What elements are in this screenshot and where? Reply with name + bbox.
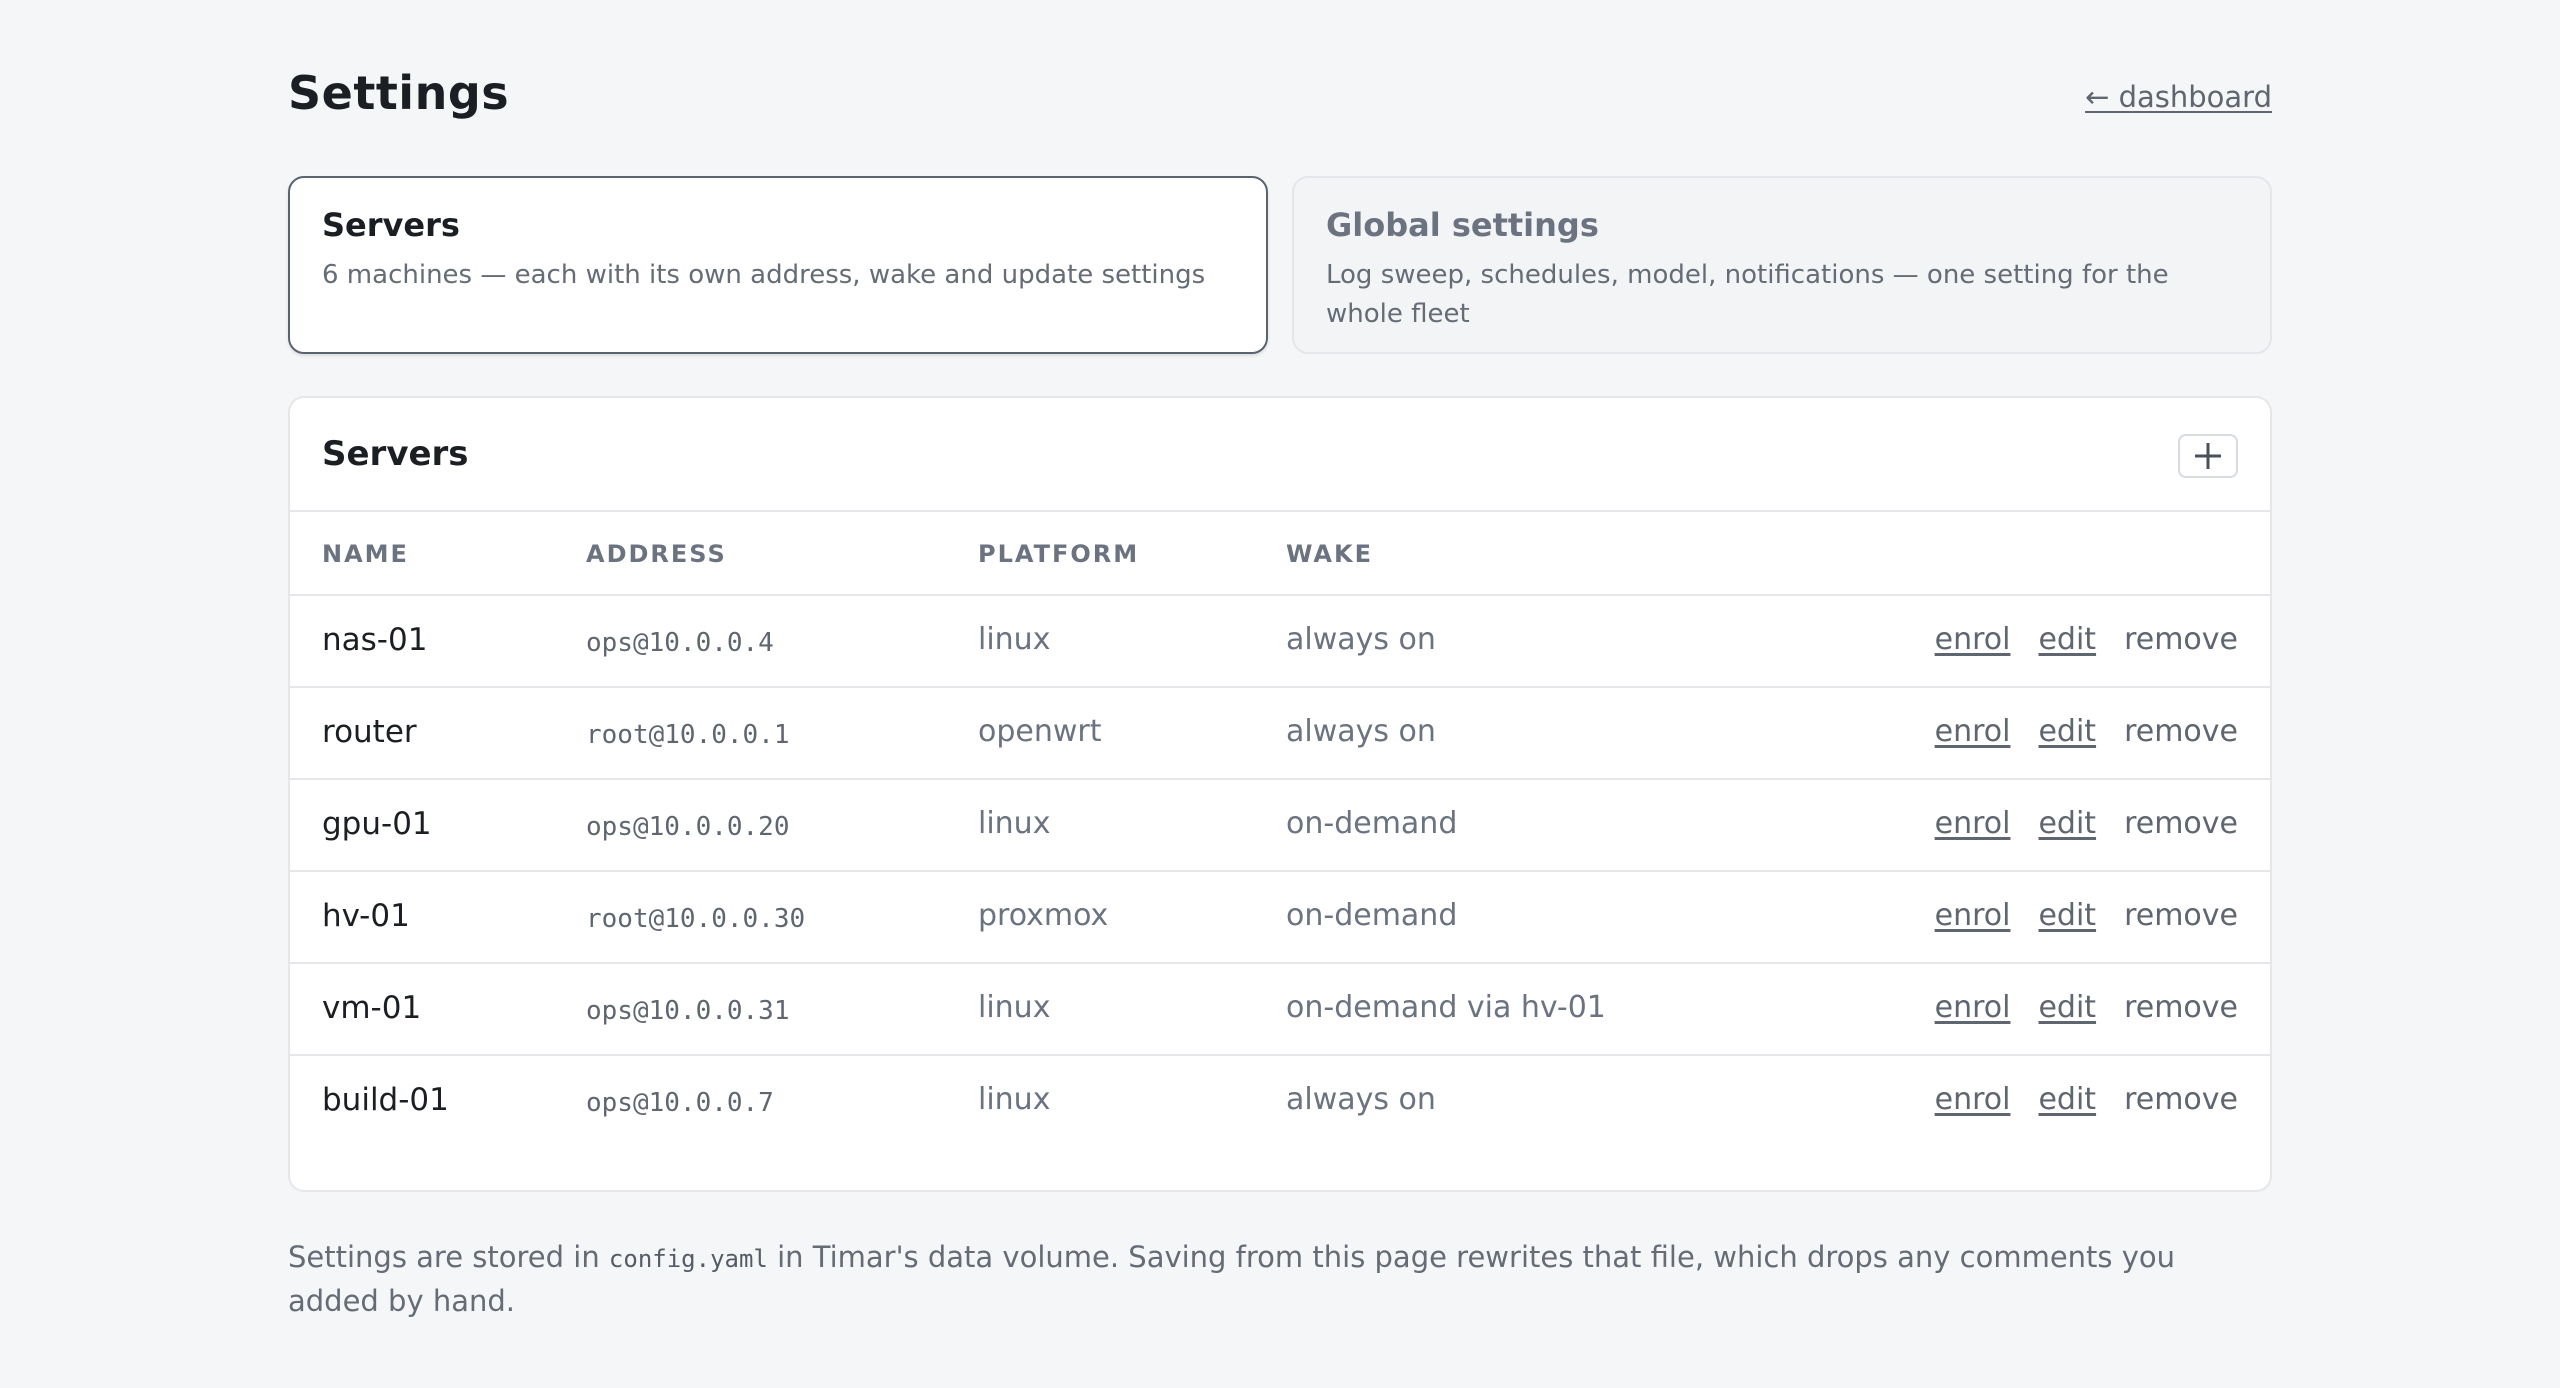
servers-table-body: nas-01 ops@10.0.0.4 linux always on enro… [290, 596, 2270, 1148]
column-header-wake: WAKE [1286, 540, 1373, 568]
back-to-dashboard-link[interactable]: ← dashboard [2085, 80, 2272, 114]
table-row: gpu-01 ops@10.0.0.20 linux on-demand enr… [290, 780, 2270, 872]
table-row: nas-01 ops@10.0.0.4 linux always on enro… [290, 596, 2270, 688]
table-row: hv-01 root@10.0.0.30 proxmox on-demand e… [290, 872, 2270, 964]
table-row: router root@10.0.0.1 openwrt always on e… [290, 688, 2270, 780]
server-name: hv-01 [322, 898, 410, 934]
server-wake: always on [1286, 622, 1436, 657]
enrol-link[interactable]: enrol [1935, 1082, 2011, 1117]
edit-link[interactable]: edit [2038, 806, 2096, 841]
edit-link[interactable]: edit [2038, 990, 2096, 1025]
config-filename: config.yaml [608, 1245, 768, 1273]
column-header-address: ADDRESS [586, 540, 727, 568]
table-header: NAME ADDRESS PLATFORM WAKE [290, 512, 2270, 596]
server-name: gpu-01 [322, 806, 432, 842]
column-header-name: NAME [322, 540, 409, 568]
server-address: ops@10.0.0.31 [586, 996, 790, 1026]
server-name: router [322, 714, 417, 750]
row-actions: enrol edit remove [1907, 1082, 2238, 1117]
edit-link[interactable]: edit [2038, 1082, 2096, 1117]
row-actions: enrol edit remove [1907, 806, 2238, 841]
servers-panel-header: Servers [290, 398, 2270, 512]
tab-servers[interactable]: Servers 6 machines — each with its own a… [288, 176, 1268, 354]
table-row: vm-01 ops@10.0.0.31 linux on-demand via … [290, 964, 2270, 1056]
servers-panel-title: Servers [322, 434, 469, 474]
edit-link[interactable]: edit [2038, 714, 2096, 749]
remove-button[interactable]: remove [2124, 1082, 2238, 1117]
config-footnote: Settings are stored in config.yaml in Ti… [288, 1236, 2272, 1322]
server-address: ops@10.0.0.7 [586, 1088, 774, 1118]
remove-button[interactable]: remove [2124, 898, 2238, 933]
row-actions: enrol edit remove [1907, 990, 2238, 1025]
server-name: build-01 [322, 1082, 449, 1118]
enrol-link[interactable]: enrol [1935, 806, 2011, 841]
page-header: Settings ← dashboard [288, 66, 2272, 126]
remove-button[interactable]: remove [2124, 714, 2238, 749]
server-name: nas-01 [322, 622, 428, 658]
server-platform: linux [978, 990, 1051, 1025]
server-platform: linux [978, 1082, 1051, 1117]
settings-section-tabs: Servers 6 machines — each with its own a… [288, 176, 2272, 354]
enrol-link[interactable]: enrol [1935, 990, 2011, 1025]
server-wake: on-demand via hv-01 [1286, 990, 1606, 1025]
add-server-button[interactable] [2178, 434, 2238, 478]
row-actions: enrol edit remove [1907, 622, 2238, 657]
server-wake: always on [1286, 1082, 1436, 1117]
tab-global-settings[interactable]: Global settings Log sweep, schedules, mo… [1292, 176, 2272, 354]
enrol-link[interactable]: enrol [1935, 898, 2011, 933]
tab-servers-description: 6 machines — each with its own address, … [322, 260, 1206, 290]
remove-button[interactable]: remove [2124, 990, 2238, 1025]
enrol-link[interactable]: enrol [1935, 714, 2011, 749]
table-row: build-01 ops@10.0.0.7 linux always on en… [290, 1056, 2270, 1148]
server-name: vm-01 [322, 990, 422, 1026]
server-platform: proxmox [978, 898, 1109, 933]
remove-button[interactable]: remove [2124, 622, 2238, 657]
row-actions: enrol edit remove [1907, 714, 2238, 749]
server-wake: on-demand [1286, 898, 1458, 933]
server-platform: linux [978, 806, 1051, 841]
tab-servers-title: Servers [322, 206, 460, 244]
server-wake: on-demand [1286, 806, 1458, 841]
server-address: ops@10.0.0.4 [586, 628, 774, 658]
server-platform: openwrt [978, 714, 1102, 749]
servers-panel: Servers NAME ADDRESS PLATFORM WAKE nas-0… [288, 396, 2272, 1192]
tab-global-settings-title: Global settings [1326, 206, 1599, 244]
footnote-text-before: Settings are stored in [288, 1240, 609, 1274]
edit-link[interactable]: edit [2038, 898, 2096, 933]
remove-button[interactable]: remove [2124, 806, 2238, 841]
server-address: root@10.0.0.30 [586, 904, 806, 934]
edit-link[interactable]: edit [2038, 622, 2096, 657]
server-address: ops@10.0.0.20 [586, 812, 790, 842]
enrol-link[interactable]: enrol [1935, 622, 2011, 657]
tab-global-settings-description: Log sweep, schedules, model, notificatio… [1326, 260, 2169, 329]
server-wake: always on [1286, 714, 1436, 749]
page-title: Settings [288, 66, 510, 120]
server-address: root@10.0.0.1 [586, 720, 790, 750]
row-actions: enrol edit remove [1907, 898, 2238, 933]
column-header-platform: PLATFORM [978, 540, 1140, 568]
server-platform: linux [978, 622, 1051, 657]
